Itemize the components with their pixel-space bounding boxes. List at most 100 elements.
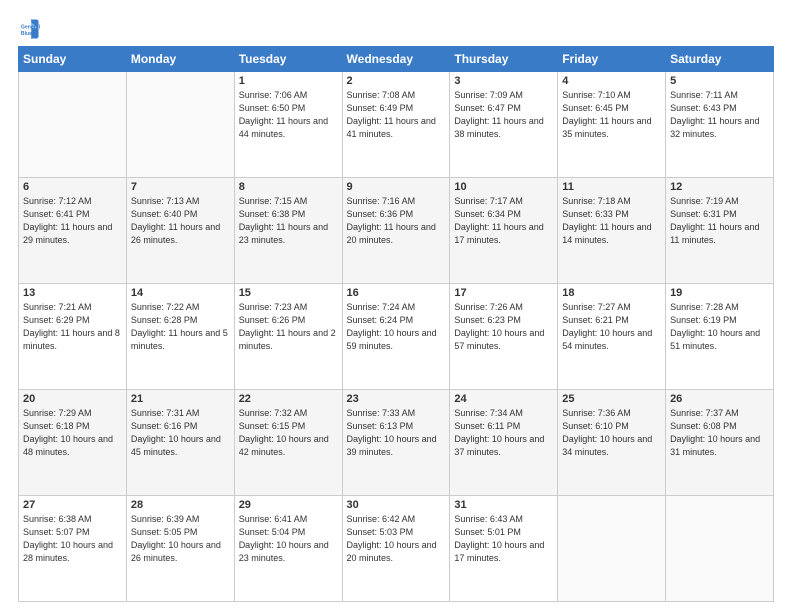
calendar-cell: 13Sunrise: 7:21 AM Sunset: 6:29 PM Dayli… [19, 284, 127, 390]
calendar-cell: 12 Sunrise: 7:19 AM Sunset: 6:31 PM Dayli… [666, 178, 774, 284]
day-number: 16 [347, 287, 446, 299]
day-info: Sunrise: 7:18 AM Sunset: 6:33 PM Dayligh… [562, 195, 661, 247]
day-info: Sunrise: 7:21 AM Sunset: 6:29 PM Dayligh… [23, 301, 122, 353]
day-number: 5 [670, 75, 769, 87]
day-number: 15 [239, 287, 338, 299]
calendar-cell: 25Sunrise: 7:36 AM Sunset: 6:10 PM Dayli… [558, 390, 666, 496]
day-info: Sunrise: 7:17 AM Sunset: 6:34 PM Dayligh… [454, 195, 553, 247]
calendar-cell [558, 496, 666, 602]
calendar-cell: 1 Sunrise: 7:06 AM Sunset: 6:50 PM Daylig… [234, 72, 342, 178]
day-info: Sunrise: 7:11 AM Sunset: 6:43 PM Dayligh… [670, 89, 769, 141]
day-number: 14 [131, 287, 230, 299]
calendar-cell: 16 Sunrise: 7:24 AM Sunset: 6:24 PM Dayli… [342, 284, 450, 390]
day-info: Sunrise: 6:38 AM Sunset: 5:07 PM Dayligh… [23, 513, 122, 565]
day-info: Sunrise: 7:06 AM Sunset: 6:50 PM Dayligh… [239, 89, 338, 141]
calendar-cell: 17 Sunrise: 7:26 AM Sunset: 6:23 PM Dayli… [450, 284, 558, 390]
logo-icon: General Blue [18, 18, 40, 40]
day-number: 10 [454, 181, 553, 193]
calendar-cell: 10 Sunrise: 7:17 AM Sunset: 6:34 PM Dayli… [450, 178, 558, 284]
calendar-cell: 14 Sunrise: 7:22 AM Sunset: 6:28 PM Dayli… [126, 284, 234, 390]
day-info: Sunrise: 7:23 AM Sunset: 6:26 PM Dayligh… [239, 301, 338, 353]
day-number: 26 [670, 393, 769, 405]
day-number: 22 [239, 393, 338, 405]
day-info: Sunrise: 7:28 AM Sunset: 6:19 PM Dayligh… [670, 301, 769, 353]
day-info: Sunrise: 7:08 AM Sunset: 6:49 PM Dayligh… [347, 89, 446, 141]
day-number: 20 [23, 393, 122, 405]
day-number: 18 [562, 287, 661, 299]
calendar-cell: 31Sunrise: 6:43 AM Sunset: 5:01 PM Dayli… [450, 496, 558, 602]
col-header-wednesday: Wednesday [342, 47, 450, 72]
day-info: Sunrise: 7:12 AM Sunset: 6:41 PM Dayligh… [23, 195, 122, 247]
day-number: 27 [23, 499, 122, 511]
calendar-cell: 9 Sunrise: 7:16 AM Sunset: 6:36 PM Daylig… [342, 178, 450, 284]
col-header-monday: Monday [126, 47, 234, 72]
day-info: Sunrise: 7:15 AM Sunset: 6:38 PM Dayligh… [239, 195, 338, 247]
calendar-cell: 26 Sunrise: 7:37 AM Sunset: 6:08 PM Dayli… [666, 390, 774, 496]
page: General Blue SundayMondayTuesdayWednesda… [0, 0, 792, 612]
day-number: 7 [131, 181, 230, 193]
calendar-cell: 5 Sunrise: 7:11 AM Sunset: 6:43 PM Daylig… [666, 72, 774, 178]
day-info: Sunrise: 7:31 AM Sunset: 6:16 PM Dayligh… [131, 407, 230, 459]
calendar-cell [666, 496, 774, 602]
calendar-cell: 21 Sunrise: 7:31 AM Sunset: 6:16 PM Dayli… [126, 390, 234, 496]
day-info: Sunrise: 6:39 AM Sunset: 5:05 PM Dayligh… [131, 513, 230, 565]
day-info: Sunrise: 7:29 AM Sunset: 6:18 PM Dayligh… [23, 407, 122, 459]
day-number: 21 [131, 393, 230, 405]
day-info: Sunrise: 6:42 AM Sunset: 5:03 PM Dayligh… [347, 513, 446, 565]
day-number: 30 [347, 499, 446, 511]
day-number: 1 [239, 75, 338, 87]
day-number: 11 [562, 181, 661, 193]
day-info: Sunrise: 7:22 AM Sunset: 6:28 PM Dayligh… [131, 301, 230, 353]
day-number: 9 [347, 181, 446, 193]
day-info: Sunrise: 7:34 AM Sunset: 6:11 PM Dayligh… [454, 407, 553, 459]
col-header-sunday: Sunday [19, 47, 127, 72]
day-number: 17 [454, 287, 553, 299]
day-info: Sunrise: 7:26 AM Sunset: 6:23 PM Dayligh… [454, 301, 553, 353]
day-info: Sunrise: 7:24 AM Sunset: 6:24 PM Dayligh… [347, 301, 446, 353]
calendar-cell: 30 Sunrise: 6:42 AM Sunset: 5:03 PM Dayli… [342, 496, 450, 602]
day-number: 6 [23, 181, 122, 193]
calendar-cell: 20 Sunrise: 7:29 AM Sunset: 6:18 PM Dayli… [19, 390, 127, 496]
day-info: Sunrise: 6:43 AM Sunset: 5:01 PM Dayligh… [454, 513, 553, 565]
calendar-cell: 2Sunrise: 7:08 AM Sunset: 6:49 PM Daylig… [342, 72, 450, 178]
calendar-cell: 7 Sunrise: 7:13 AM Sunset: 6:40 PM Daylig… [126, 178, 234, 284]
day-number: 29 [239, 499, 338, 511]
svg-text:Blue: Blue [21, 31, 32, 37]
calendar-cell: 19 Sunrise: 7:28 AM Sunset: 6:19 PM Dayli… [666, 284, 774, 390]
day-number: 25 [562, 393, 661, 405]
day-info: Sunrise: 7:09 AM Sunset: 6:47 PM Dayligh… [454, 89, 553, 141]
day-info: Sunrise: 7:32 AM Sunset: 6:15 PM Dayligh… [239, 407, 338, 459]
calendar-cell: 27 Sunrise: 6:38 AM Sunset: 5:07 PM Dayli… [19, 496, 127, 602]
calendar-cell: 23 Sunrise: 7:33 AM Sunset: 6:13 PM Dayli… [342, 390, 450, 496]
calendar-cell: 3 Sunrise: 7:09 AM Sunset: 6:47 PM Daylig… [450, 72, 558, 178]
day-number: 3 [454, 75, 553, 87]
day-info: Sunrise: 7:33 AM Sunset: 6:13 PM Dayligh… [347, 407, 446, 459]
day-info: Sunrise: 7:10 AM Sunset: 6:45 PM Dayligh… [562, 89, 661, 141]
header: General Blue [18, 18, 774, 40]
calendar-cell: 8Sunrise: 7:15 AM Sunset: 6:38 PM Daylig… [234, 178, 342, 284]
day-info: Sunrise: 7:37 AM Sunset: 6:08 PM Dayligh… [670, 407, 769, 459]
day-info: Sunrise: 6:41 AM Sunset: 5:04 PM Dayligh… [239, 513, 338, 565]
col-header-thursday: Thursday [450, 47, 558, 72]
col-header-tuesday: Tuesday [234, 47, 342, 72]
calendar-cell: 24 Sunrise: 7:34 AM Sunset: 6:11 PM Dayli… [450, 390, 558, 496]
calendar-cell: 15 Sunrise: 7:23 AM Sunset: 6:26 PM Dayli… [234, 284, 342, 390]
logo: General Blue [18, 18, 42, 40]
col-header-saturday: Saturday [666, 47, 774, 72]
calendar-cell: 22 Sunrise: 7:32 AM Sunset: 6:15 PM Dayli… [234, 390, 342, 496]
calendar-table: SundayMondayTuesdayWednesdayThursdayFrid… [18, 46, 774, 602]
day-number: 12 [670, 181, 769, 193]
calendar-cell [19, 72, 127, 178]
day-number: 19 [670, 287, 769, 299]
day-number: 23 [347, 393, 446, 405]
calendar-cell: 4 Sunrise: 7:10 AM Sunset: 6:45 PM Daylig… [558, 72, 666, 178]
day-info: Sunrise: 7:16 AM Sunset: 6:36 PM Dayligh… [347, 195, 446, 247]
day-info: Sunrise: 7:13 AM Sunset: 6:40 PM Dayligh… [131, 195, 230, 247]
day-number: 24 [454, 393, 553, 405]
svg-text:General: General [21, 24, 40, 30]
calendar-cell: 6 Sunrise: 7:12 AM Sunset: 6:41 PM Daylig… [19, 178, 127, 284]
day-number: 4 [562, 75, 661, 87]
day-info: Sunrise: 7:19 AM Sunset: 6:31 PM Dayligh… [670, 195, 769, 247]
calendar-cell: 28Sunrise: 6:39 AM Sunset: 5:05 PM Dayli… [126, 496, 234, 602]
calendar-cell: 29 Sunrise: 6:41 AM Sunset: 5:04 PM Dayli… [234, 496, 342, 602]
